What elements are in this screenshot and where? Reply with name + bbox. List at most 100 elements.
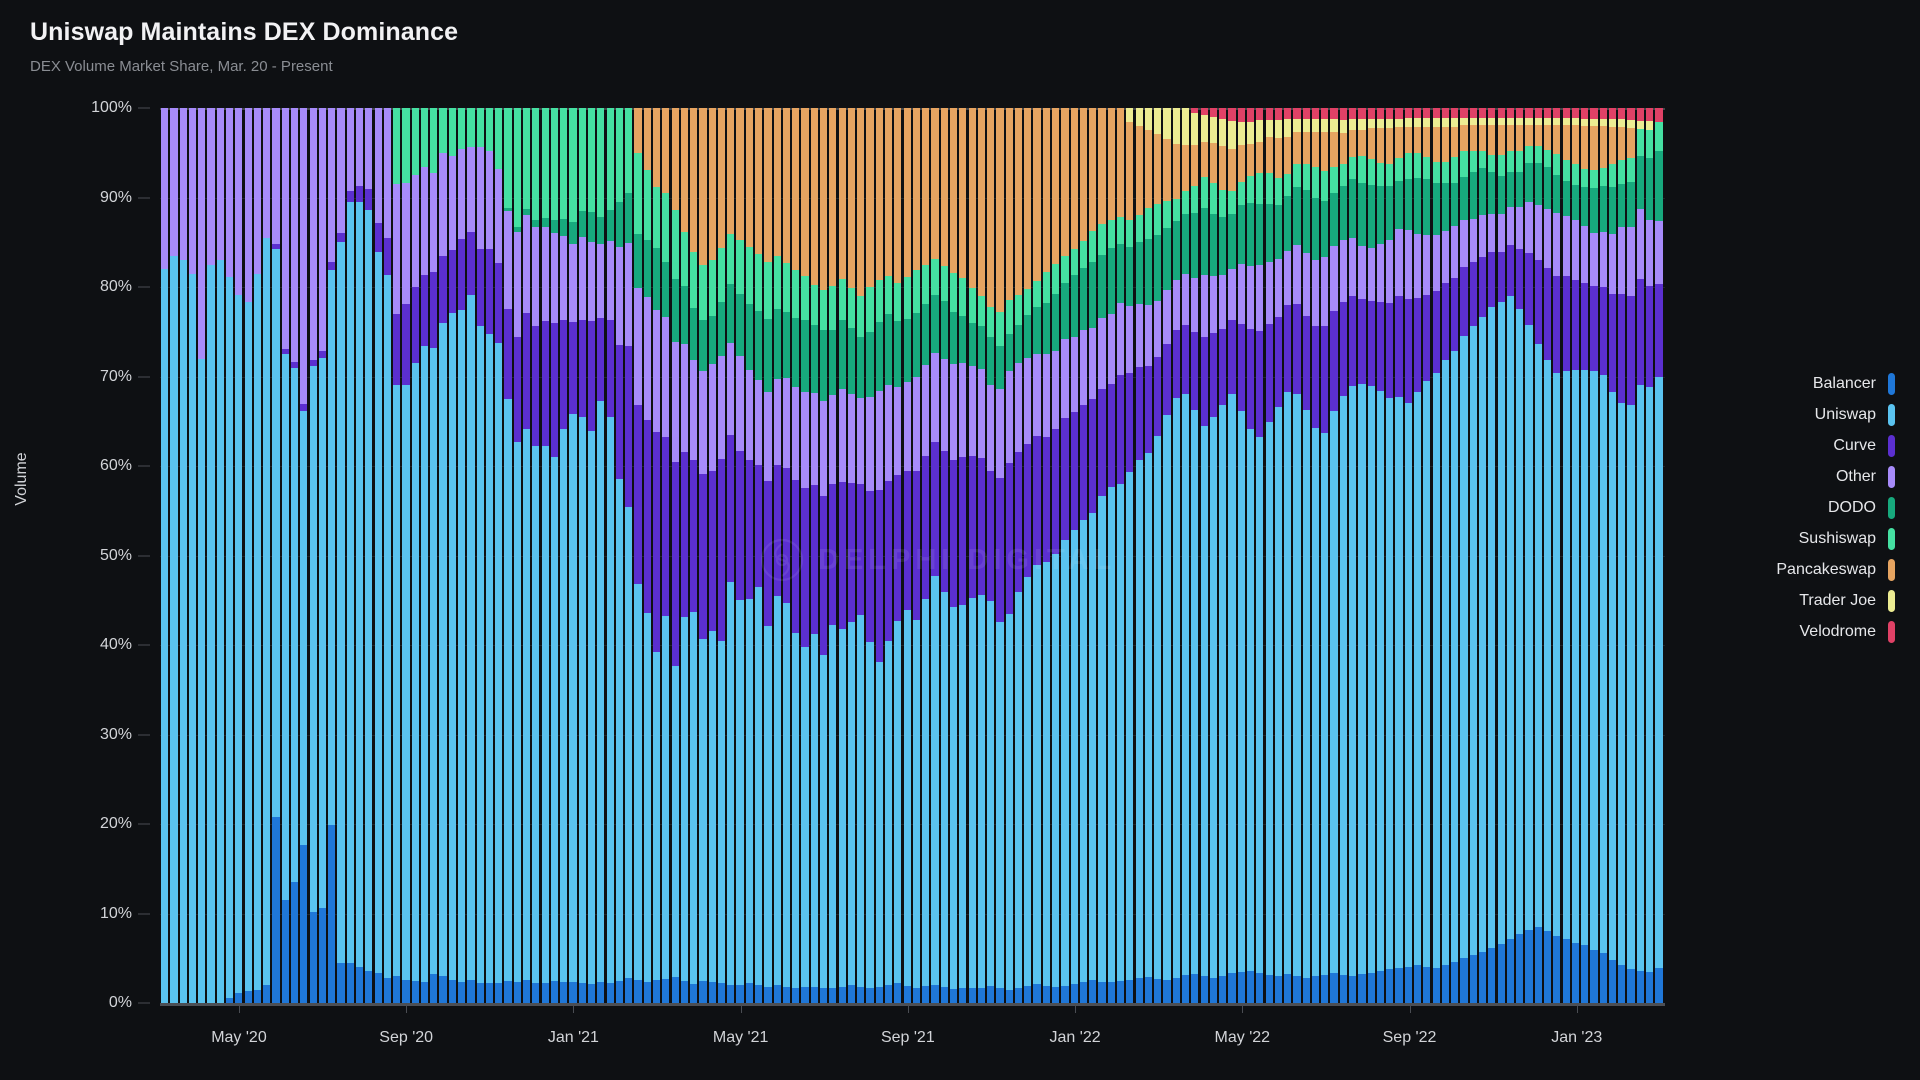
bar-segment-trader-joe[interactable] <box>1163 108 1171 140</box>
bar-segment-balancer[interactable] <box>1126 979 1134 1003</box>
bar-segment-uniswap[interactable] <box>1404 402 1412 967</box>
bar-segment-trader-joe[interactable] <box>1469 118 1477 126</box>
bar-segment-pancakeswap[interactable] <box>736 108 744 241</box>
bar-segment-uniswap[interactable] <box>263 237 271 986</box>
bar-segment-trader-joe[interactable] <box>1219 118 1227 146</box>
bar-segment-other[interactable] <box>179 108 187 261</box>
bar-segment-other[interactable] <box>1441 230 1450 283</box>
bar-segment-dodo[interactable] <box>1089 262 1097 329</box>
bar-segment-sushiswap[interactable] <box>1636 129 1644 156</box>
bar-segment-velodrome[interactable] <box>1311 108 1320 119</box>
bar-segment-dodo[interactable] <box>717 302 726 356</box>
bar-segment-dodo[interactable] <box>1163 228 1171 291</box>
bar-segment-balancer[interactable] <box>504 980 512 1003</box>
bar-segment-trader-joe[interactable] <box>1144 108 1153 130</box>
bar-segment-uniswap[interactable] <box>402 384 410 980</box>
bar-segment-uniswap[interactable] <box>940 591 948 988</box>
bar-segment-dodo[interactable] <box>1655 150 1663 221</box>
bar-segment-curve[interactable] <box>977 458 985 595</box>
bar-segment-other[interactable] <box>755 380 763 466</box>
bar-column[interactable] <box>1562 108 1570 1003</box>
bar-segment-curve[interactable] <box>1349 296 1357 387</box>
bar-column[interactable] <box>782 108 791 1003</box>
bar-segment-balancer[interactable] <box>569 982 577 1003</box>
bar-segment-trader-joe[interactable] <box>1571 118 1579 126</box>
bar-segment-trader-joe[interactable] <box>1627 119 1635 128</box>
bar-segment-pancakeswap[interactable] <box>1553 124 1561 155</box>
bar-segment-dodo[interactable] <box>838 319 846 389</box>
legend-item-other[interactable]: Other <box>1690 461 1895 492</box>
bar-segment-dodo[interactable] <box>987 337 995 385</box>
bar-column[interactable] <box>1200 108 1208 1003</box>
bar-segment-curve[interactable] <box>476 249 484 326</box>
bar-segment-balancer[interactable] <box>1636 971 1644 1003</box>
bar-segment-other[interactable] <box>393 184 401 314</box>
bar-column[interactable] <box>550 108 559 1003</box>
bar-segment-balancer[interactable] <box>420 981 429 1003</box>
bar-segment-other[interactable] <box>1200 274 1208 338</box>
bar-segment-sushiswap[interactable] <box>884 275 893 314</box>
bar-segment-other[interactable] <box>959 363 967 457</box>
bar-segment-sushiswap[interactable] <box>764 261 772 319</box>
bar-segment-uniswap[interactable] <box>458 310 466 982</box>
bar-segment-curve[interactable] <box>458 238 466 311</box>
bar-segment-uniswap[interactable] <box>1636 385 1644 972</box>
bar-segment-balancer[interactable] <box>1469 955 1477 1003</box>
bar-segment-balancer[interactable] <box>1302 977 1310 1003</box>
bar-segment-sushiswap[interactable] <box>1432 161 1440 184</box>
bar-segment-balancer[interactable] <box>894 983 902 1003</box>
bar-segment-velodrome[interactable] <box>1200 108 1208 116</box>
bar-segment-uniswap[interactable] <box>1395 397 1403 968</box>
bar-column[interactable] <box>1414 108 1422 1003</box>
bar-column[interactable] <box>977 108 985 1003</box>
bar-column[interactable] <box>1432 108 1440 1003</box>
bar-segment-uniswap[interactable] <box>393 385 401 977</box>
bar-segment-uniswap[interactable] <box>1107 486 1115 983</box>
bar-segment-sushiswap[interactable] <box>1516 150 1524 173</box>
bar-segment-other[interactable] <box>597 243 605 318</box>
bar-segment-dodo[interactable] <box>1571 185 1579 220</box>
bar-segment-balancer[interactable] <box>476 983 484 1003</box>
bar-segment-sushiswap[interactable] <box>643 169 651 240</box>
bar-segment-uniswap[interactable] <box>1571 370 1579 943</box>
bar-segment-velodrome[interactable] <box>1358 108 1366 119</box>
bar-segment-other[interactable] <box>495 168 503 263</box>
bar-segment-pancakeswap[interactable] <box>1423 127 1431 158</box>
bar-segment-other[interactable] <box>346 108 354 192</box>
bar-segment-other[interactable] <box>1562 215 1570 276</box>
bar-segment-sushiswap[interactable] <box>606 108 614 210</box>
bar-segment-trader-joe[interactable] <box>1534 118 1542 125</box>
bar-segment-other[interactable] <box>1432 234 1440 291</box>
bar-segment-uniswap[interactable] <box>745 598 753 984</box>
bar-segment-dodo[interactable] <box>1562 181 1570 216</box>
bar-segment-uniswap[interactable] <box>829 624 837 989</box>
bar-segment-dodo[interactable] <box>727 284 735 343</box>
bar-segment-balancer[interactable] <box>485 983 494 1003</box>
bar-segment-sushiswap[interactable] <box>1376 163 1385 186</box>
bar-segment-uniswap[interactable] <box>226 277 234 998</box>
bar-segment-balancer[interactable] <box>922 986 930 1003</box>
bar-segment-sushiswap[interactable] <box>652 186 661 249</box>
bar-segment-pancakeswap[interactable] <box>690 108 698 253</box>
bar-segment-other[interactable] <box>1571 219 1579 281</box>
bar-segment-pancakeswap[interactable] <box>652 108 661 187</box>
legend-item-velodrome[interactable]: Velodrome <box>1690 616 1895 647</box>
bar-segment-velodrome[interactable] <box>1395 108 1403 119</box>
bar-segment-other[interactable] <box>1042 354 1050 437</box>
bar-segment-balancer[interactable] <box>523 979 531 1003</box>
bar-segment-dodo[interactable] <box>634 233 642 288</box>
bar-segment-uniswap[interactable] <box>1246 428 1255 971</box>
bar-segment-trader-joe[interactable] <box>1246 121 1255 145</box>
bar-segment-curve[interactable] <box>318 350 327 358</box>
bar-segment-dodo[interactable] <box>699 320 707 372</box>
bar-segment-sushiswap[interactable] <box>987 306 995 338</box>
bar-segment-sushiswap[interactable] <box>448 108 456 157</box>
bar-segment-other[interactable] <box>1516 206 1524 250</box>
bar-segment-other[interactable] <box>801 391 809 488</box>
bar-segment-other[interactable] <box>847 393 856 484</box>
bar-segment-dodo[interactable] <box>1246 202 1255 267</box>
bar-segment-balancer[interactable] <box>1460 958 1468 1003</box>
bar-column[interactable] <box>680 108 688 1003</box>
bar-segment-other[interactable] <box>727 342 735 436</box>
bar-segment-uniswap[interactable] <box>328 270 336 825</box>
